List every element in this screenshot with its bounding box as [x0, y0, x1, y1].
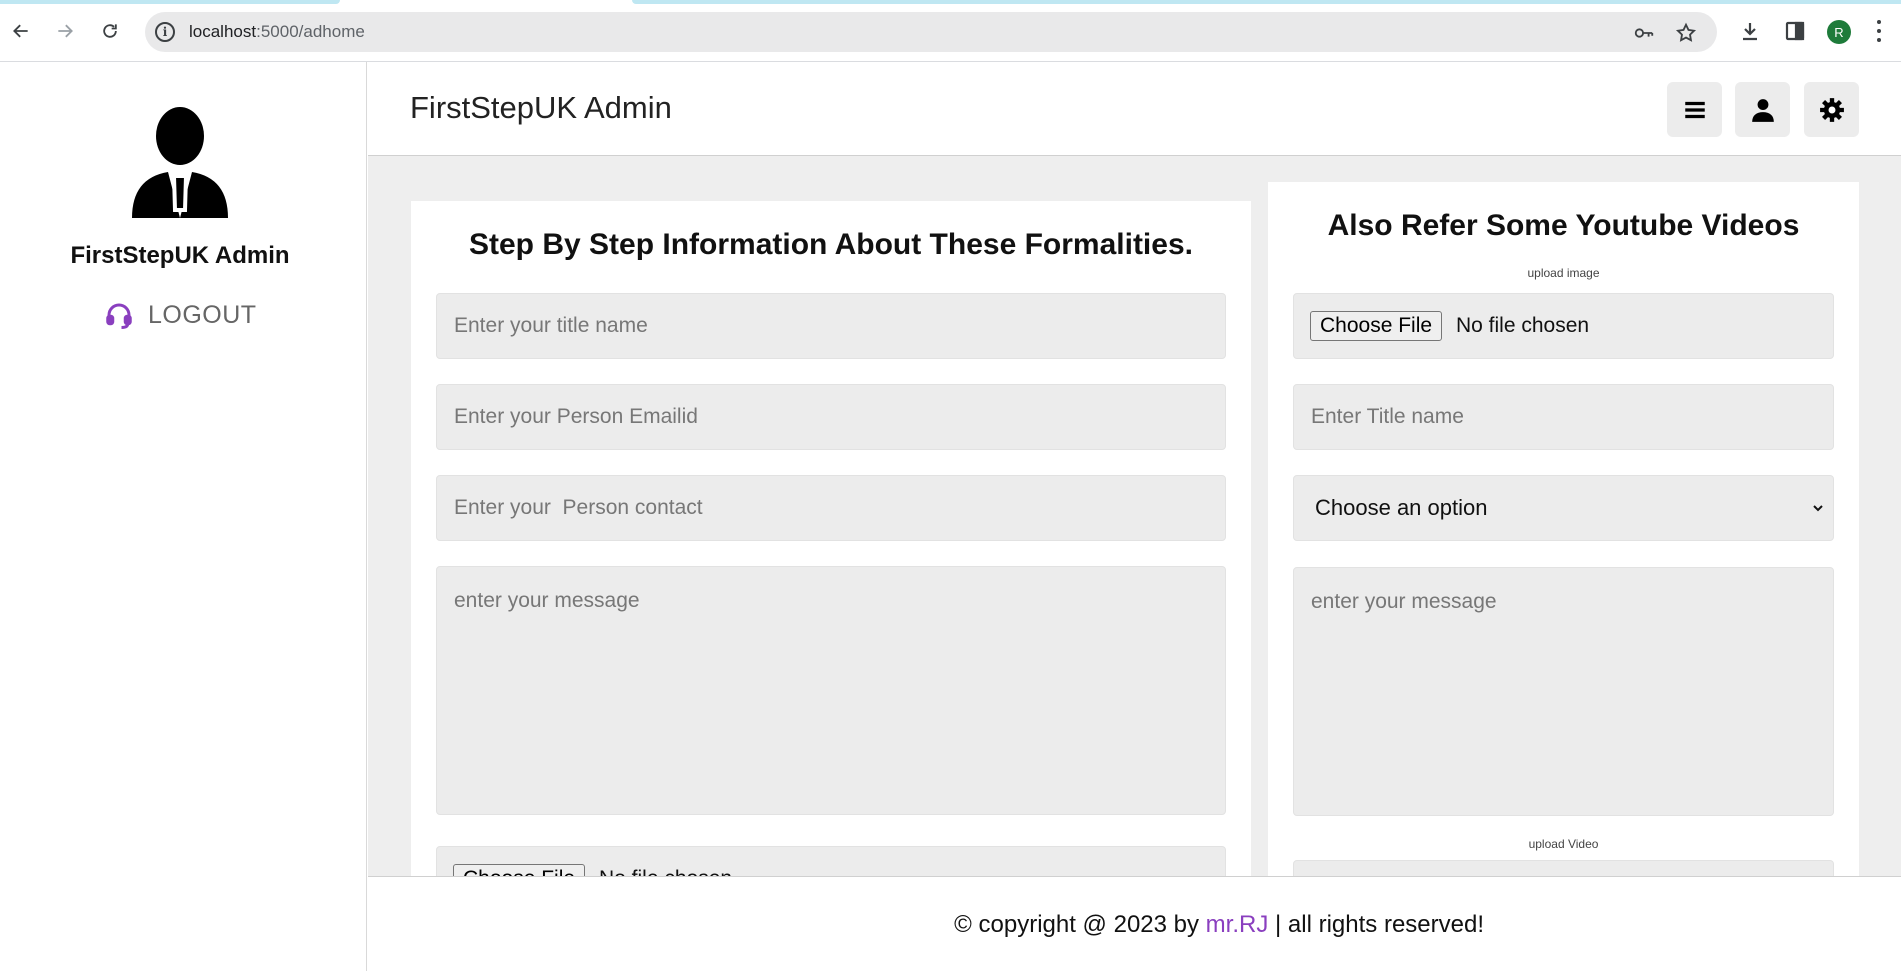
person-email-placeholder: Enter your Person Emailid — [454, 405, 698, 428]
topbar: FirstStepUK Admin — [368, 62, 1901, 156]
person-email-input[interactable]: Enter your Person Emailid — [436, 384, 1226, 450]
browser-menu-icon[interactable] — [1876, 20, 1882, 42]
chevron-down-icon — [1813, 505, 1823, 512]
choose-file-button[interactable]: Choose File — [453, 864, 586, 876]
browser-chrome: i localhost:5000/adhome R — [0, 0, 1901, 62]
profile-button[interactable] — [1735, 82, 1790, 137]
message-placeholder: enter your message — [454, 589, 640, 612]
image-file-status: No file chosen — [1456, 314, 1590, 337]
tab-strip — [0, 0, 1901, 4]
user-icon — [1751, 98, 1774, 122]
logout-label[interactable]: LOGOUT — [148, 301, 257, 330]
step-info-form: Step By Step Information About These For… — [411, 201, 1251, 876]
site-info-icon[interactable]: i — [155, 22, 175, 42]
video-title-input[interactable]: Enter Title name — [1293, 384, 1834, 450]
footer: © copyright @ 2023 by mr.RJ | all rights… — [368, 876, 1901, 971]
key-icon[interactable] — [1633, 22, 1655, 44]
title-name-input[interactable]: Enter your title name — [436, 293, 1226, 359]
address-url[interactable]: localhost:5000/adhome — [189, 22, 365, 42]
file-upload-field[interactable]: Choose File No file chosen — [436, 846, 1226, 876]
star-icon[interactable] — [1675, 22, 1697, 44]
main-area: FirstStepUK Admin Step By Step Informati… — [368, 62, 1901, 971]
hamburger-icon — [1684, 101, 1705, 118]
youtube-videos-title: Also Refer Some Youtube Videos — [1327, 209, 1800, 242]
sidebar-admin-name: FirstStepUK Admin — [70, 242, 290, 269]
copyright-suffix: | all rights reserved! — [1268, 911, 1484, 938]
message-textarea[interactable]: enter your message — [436, 566, 1226, 815]
copyright-prefix: © copyright @ 2023 by — [954, 911, 1206, 938]
category-select[interactable]: Choose an option — [1293, 475, 1834, 541]
page-title: FirstStepUK Admin — [410, 90, 672, 125]
youtube-videos-form: Also Refer Some Youtube Videos upload im… — [1268, 182, 1859, 876]
address-bar[interactable]: i localhost:5000/adhome — [145, 12, 1717, 52]
video-upload-field[interactable] — [1293, 860, 1834, 876]
person-contact-placeholder: Enter your Person contact — [454, 496, 703, 519]
profile-avatar[interactable]: R — [1827, 20, 1851, 44]
video-message-textarea[interactable]: enter your message — [1293, 567, 1834, 816]
step-info-title: Step By Step Information About These For… — [469, 228, 1193, 261]
title-name-placeholder: Enter your title name — [454, 314, 648, 337]
side-panel-icon[interactable] — [1783, 19, 1807, 43]
upload-image-label: upload image — [1527, 266, 1600, 280]
headset-icon — [104, 300, 134, 330]
video-message-placeholder: enter your message — [1311, 590, 1497, 613]
content-area: Step By Step Information About These For… — [368, 157, 1901, 876]
app: FirstStepUK Admin LOGOUT FirstStepUK Adm… — [0, 62, 1901, 971]
person-contact-input[interactable]: Enter your Person contact — [436, 475, 1226, 541]
copyright-brand: mr.RJ — [1205, 911, 1269, 938]
admin-avatar-icon — [130, 106, 230, 218]
gear-icon — [1819, 97, 1844, 122]
video-title-placeholder: Enter Title name — [1311, 405, 1464, 428]
settings-button[interactable] — [1804, 82, 1859, 137]
menu-button[interactable] — [1667, 82, 1722, 137]
logout-link[interactable]: LOGOUT — [104, 300, 257, 330]
copyright-text: © copyright @ 2023 by mr.RJ | all rights… — [368, 911, 1484, 939]
choose-image-button[interactable]: Choose File — [1310, 311, 1443, 341]
image-upload-field[interactable]: Choose File No file chosen — [1293, 293, 1834, 359]
file-status: No file chosen — [599, 867, 732, 876]
download-icon[interactable] — [1738, 19, 1762, 43]
back-icon[interactable] — [6, 16, 36, 46]
forward-icon[interactable] — [50, 16, 80, 46]
category-select-value: Choose an option — [1315, 495, 1488, 520]
upload-video-label: upload Video — [1528, 837, 1599, 851]
sidebar: FirstStepUK Admin LOGOUT — [0, 62, 367, 971]
reload-icon[interactable] — [95, 16, 125, 46]
